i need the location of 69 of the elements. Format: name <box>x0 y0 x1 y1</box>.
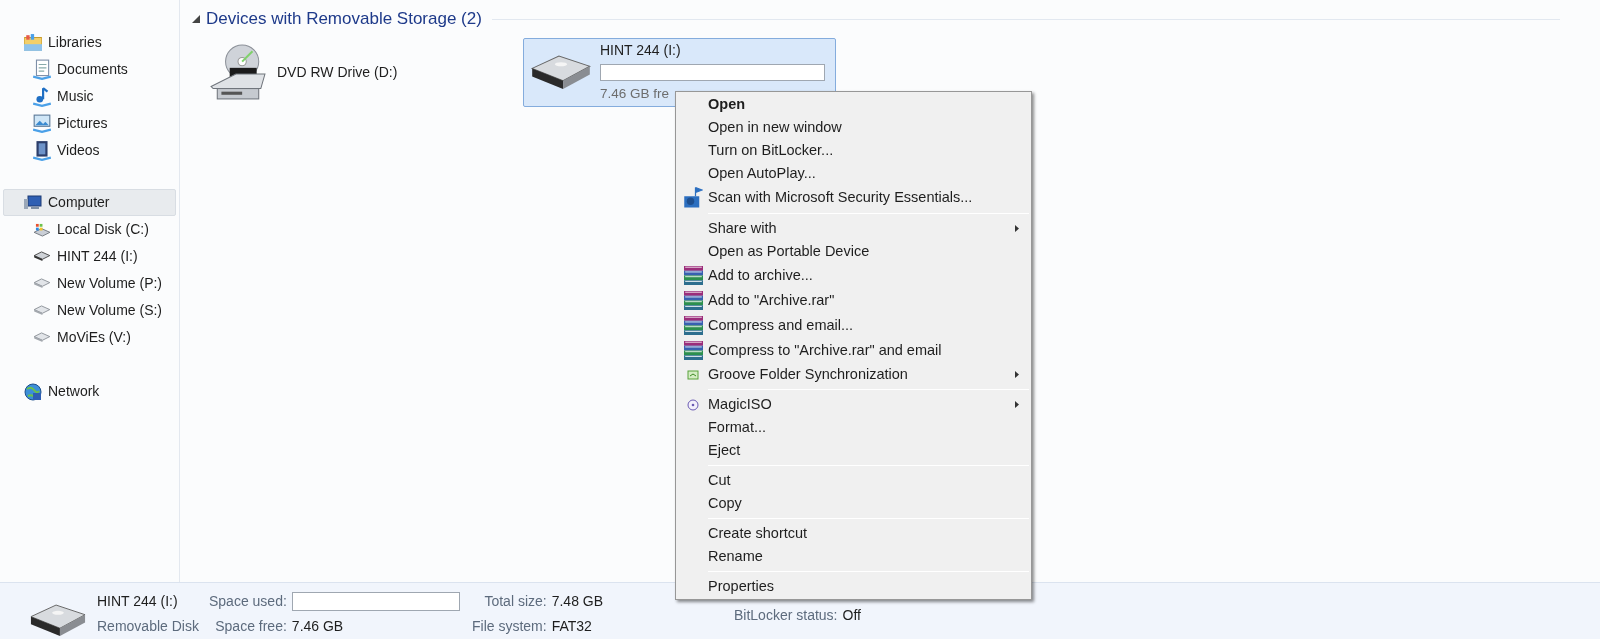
field-value: 7.46 GB <box>291 617 345 636</box>
nav-item[interactable]: Local Disk (C:) <box>0 216 179 243</box>
menu-item[interactable]: Rename <box>678 545 1029 568</box>
drive-icon <box>531 55 591 90</box>
folder-icon <box>24 34 42 51</box>
nav-item[interactable]: Libraries <box>3 29 176 56</box>
drive-icon <box>33 278 51 289</box>
picture-icon <box>33 114 51 133</box>
dvd-drive-icon <box>210 44 266 101</box>
drive-icon <box>33 251 51 262</box>
field-label: Total size: <box>483 592 547 611</box>
menu-item[interactable]: Compress to "Archive.rar" and email <box>678 338 1029 363</box>
sync-icon <box>687 369 699 380</box>
nav-item[interactable]: New Volume (S:) <box>0 297 179 324</box>
music-note-icon <box>33 86 51 107</box>
drive-name: HINT 244 (I:) <box>97 592 179 611</box>
nav-item[interactable]: Computer <box>3 189 176 216</box>
menu-item[interactable]: Properties <box>678 575 1029 598</box>
menu-item[interactable]: Scan with Microsoft Security Essentials... <box>678 185 1029 210</box>
drive-icon <box>33 305 51 316</box>
menu-item[interactable]: Open as Portable Device <box>678 240 1029 263</box>
menu-item[interactable]: MagicISO <box>678 393 1029 416</box>
menu-item[interactable]: Groove Folder Synchronization <box>678 363 1029 386</box>
field-label: File system: <box>472 617 547 636</box>
menu-item[interactable]: Add to "Archive.rar" <box>678 288 1029 313</box>
drive-name: HINT 244 (I:) <box>600 41 682 61</box>
menu-item[interactable]: Create shortcut <box>678 522 1029 545</box>
menu-item[interactable]: Turn on BitLocker... <box>678 139 1029 162</box>
menu-item[interactable]: Share with <box>678 217 1029 240</box>
books-icon <box>683 341 703 360</box>
collapse-icon[interactable] <box>192 15 200 23</box>
menu-item[interactable]: Copy <box>678 492 1029 515</box>
nav-item[interactable]: Network <box>3 378 176 405</box>
drive-name: DVD RW Drive (D:) <box>277 63 399 82</box>
nav-item[interactable]: HINT 244 (I:) <box>0 243 179 270</box>
shield-icon <box>683 186 703 209</box>
nav-item[interactable]: Music <box>0 83 179 110</box>
drive-tile[interactable]: DVD RW Drive (D:) <box>200 38 493 107</box>
field-label: Space used: <box>209 592 287 611</box>
books-icon <box>683 291 703 310</box>
field-value: 7.48 GB <box>551 592 605 611</box>
nav-item[interactable]: New Volume (P:) <box>0 270 179 297</box>
menu-item[interactable]: Add to archive... <box>678 263 1029 288</box>
nav-item[interactable]: Pictures <box>0 110 179 137</box>
group-header[interactable]: Devices with Removable Storage (2) <box>206 6 482 32</box>
nav-item[interactable]: Videos <box>0 137 179 164</box>
books-icon <box>683 266 703 285</box>
drive-icon <box>33 332 51 343</box>
books-icon <box>683 316 703 335</box>
nav-item[interactable]: Documents <box>0 56 179 83</box>
drive-type: Removable Disk <box>97 617 200 636</box>
drive-icon <box>33 222 51 237</box>
field-label: BitLocker status: <box>734 606 838 625</box>
document-icon <box>33 59 51 80</box>
menu-item[interactable]: Compress and email... <box>678 313 1029 338</box>
menu-item[interactable]: Format... <box>678 416 1029 439</box>
nav-item[interactable]: MoViEs (V:) <box>0 324 179 351</box>
menu-item[interactable]: Open in new window <box>678 116 1029 139</box>
disc-icon <box>687 398 699 411</box>
field-value: FAT32 <box>551 617 593 636</box>
menu-item[interactable]: Open AutoPlay... <box>678 162 1029 185</box>
menu-item[interactable]: Eject <box>678 439 1029 462</box>
free-space-text: 7.46 GB fre <box>600 85 671 104</box>
field-value: Off <box>842 606 862 625</box>
computer-icon <box>24 195 42 210</box>
globe-icon <box>24 382 42 401</box>
menu-item[interactable]: Cut <box>678 469 1029 492</box>
field-label: Space free: <box>214 617 287 636</box>
film-icon <box>33 140 51 161</box>
